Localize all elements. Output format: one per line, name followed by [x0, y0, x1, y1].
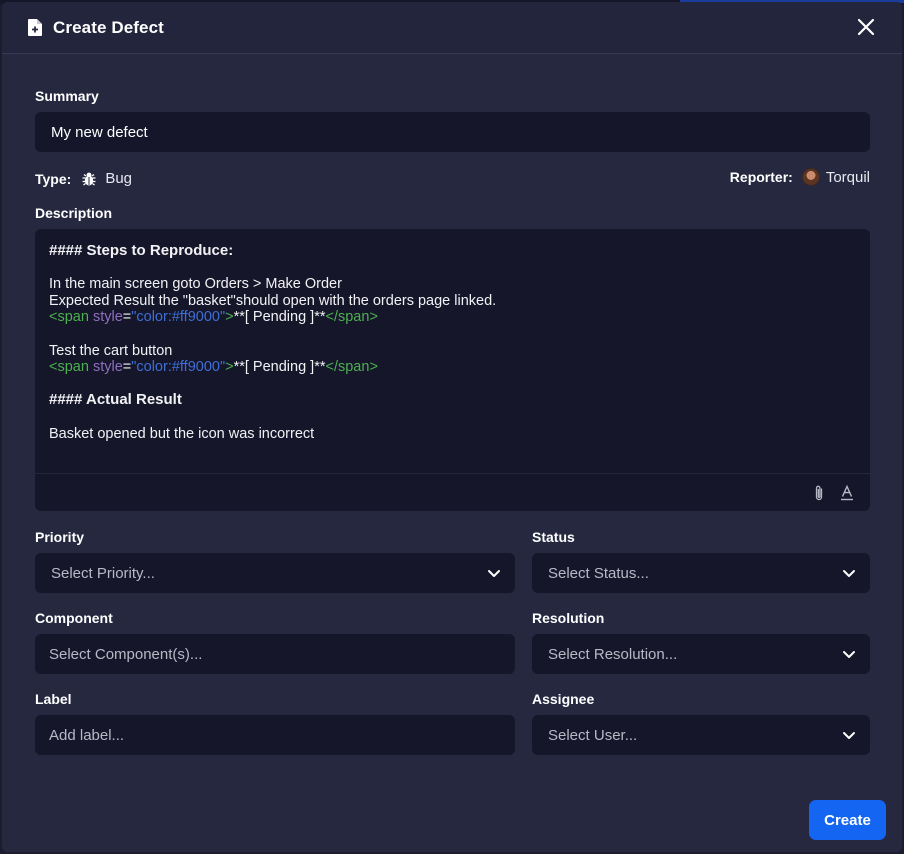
description-editor[interactable]: #### Steps to Reproduce: In the main scr…: [35, 229, 870, 511]
type-value: Bug: [105, 170, 133, 187]
type-field: Type: Bug: [35, 170, 132, 187]
document-add-icon: [28, 19, 42, 36]
summary-input[interactable]: [35, 112, 870, 152]
chevron-down-icon: [843, 570, 855, 577]
dialog-header: Create Defect: [2, 2, 902, 54]
create-button[interactable]: Create: [809, 800, 886, 840]
bug-icon: [82, 172, 96, 186]
desc-line: Test the cart button: [49, 342, 173, 359]
desc-heading-steps: #### Steps to Reproduce:: [49, 242, 234, 259]
type-label: Type:: [35, 170, 72, 187]
close-icon[interactable]: [856, 17, 876, 37]
description-toolbar: [35, 473, 870, 511]
resolution-placeholder: Select Resolution...: [548, 645, 678, 663]
desc-html-line: <span style="color:#ff9000">**[ Pending …: [49, 309, 378, 326]
status-placeholder: Select Status...: [548, 564, 649, 582]
assignee-select[interactable]: Select User...: [532, 715, 870, 755]
status-label: Status: [532, 529, 575, 545]
paperclip-icon[interactable]: [812, 485, 826, 502]
component-label: Component: [35, 610, 113, 626]
resolution-select[interactable]: Select Resolution...: [532, 634, 870, 674]
label-placeholder: Add label...: [49, 726, 125, 744]
chevron-down-icon: [488, 570, 500, 577]
text-format-icon[interactable]: [840, 485, 854, 501]
priority-select[interactable]: Select Priority...: [35, 553, 515, 593]
summary-label: Summary: [35, 88, 99, 104]
reporter-name: Torquil: [825, 168, 870, 186]
label-field-label: Label: [35, 691, 72, 707]
priority-placeholder: Select Priority...: [51, 564, 155, 582]
assignee-placeholder: Select User...: [548, 726, 638, 744]
desc-html-line: <span style="color:#ff9000">**[ Pending …: [49, 359, 378, 376]
desc-heading-actual: #### Actual Result: [49, 391, 182, 409]
chevron-down-icon: [843, 651, 855, 658]
status-select[interactable]: Select Status...: [532, 553, 870, 593]
description-content[interactable]: #### Steps to Reproduce: In the main scr…: [35, 229, 870, 456]
component-placeholder: Select Component(s)...: [49, 645, 203, 663]
chevron-down-icon: [843, 732, 855, 739]
reporter-field: Reporter: Torquil: [730, 168, 870, 186]
component-select[interactable]: Select Component(s)...: [35, 634, 515, 674]
desc-line: Basket opened but the icon was incorrect: [49, 425, 315, 442]
desc-line: In the main screen goto Orders > Make Or…: [49, 276, 342, 293]
reporter-label: Reporter:: [729, 169, 793, 185]
resolution-label: Resolution: [532, 610, 605, 626]
avatar: [801, 168, 820, 186]
dialog-title: Create Defect: [53, 17, 164, 37]
create-defect-dialog: Create Defect Summary Type: Bug Reporter…: [2, 2, 902, 852]
priority-label: Priority: [35, 529, 85, 545]
assignee-label: Assignee: [532, 691, 595, 707]
desc-line: Expected Result the "basket"should open …: [49, 292, 497, 309]
label-input[interactable]: Add label...: [35, 715, 515, 755]
description-label: Description: [35, 205, 113, 221]
